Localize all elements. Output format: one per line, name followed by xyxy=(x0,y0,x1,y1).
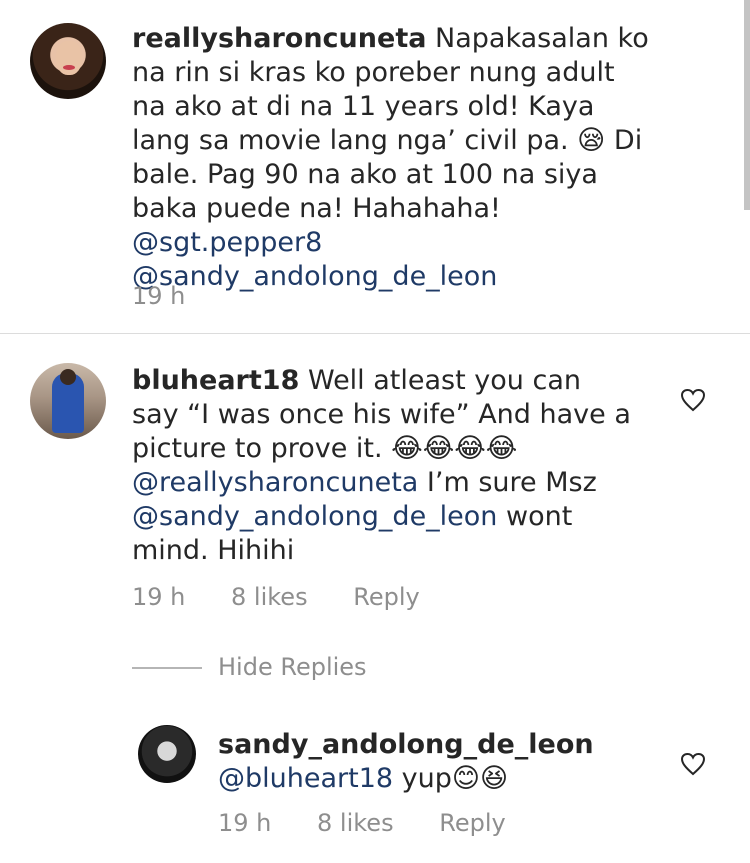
avatar-head xyxy=(60,369,76,385)
heart-outline-icon[interactable] xyxy=(680,388,706,412)
mention-link[interactable]: @sgt.pepper8 xyxy=(132,227,322,258)
likes-count[interactable]: 8 likes xyxy=(231,583,308,611)
reply-button[interactable]: Reply xyxy=(353,583,419,611)
mention-link[interactable]: @sandy_andolong_de_leon xyxy=(132,501,497,532)
comment-meta: 19 h 8 likes Reply xyxy=(218,809,544,837)
comment-text: reallysharoncuneta Napakasalan ko na rin… xyxy=(132,22,652,294)
scrollbar[interactable] xyxy=(744,0,750,210)
avatar[interactable] xyxy=(30,23,106,99)
comment-body: yup😊😆 xyxy=(393,763,509,794)
comment-text: sandy_andolong_de_leon @bluheart18 yup😊😆 xyxy=(218,728,618,796)
avatar[interactable] xyxy=(138,725,196,783)
avatar[interactable] xyxy=(30,363,106,439)
comment-body: I’m sure Msz xyxy=(418,467,597,498)
heart-outline-icon[interactable] xyxy=(680,752,706,776)
reply-button[interactable]: Reply xyxy=(439,809,505,837)
comment-username[interactable]: sandy_andolong_de_leon xyxy=(218,729,594,760)
comment-meta: 19 h xyxy=(132,282,223,310)
mention-link[interactable]: @bluheart18 xyxy=(218,763,393,794)
hide-replies-line xyxy=(132,667,202,669)
hide-replies-button[interactable]: Hide Replies xyxy=(218,653,367,681)
divider xyxy=(0,333,750,334)
likes-count[interactable]: 8 likes xyxy=(317,809,394,837)
comment-username[interactable]: bluheart18 xyxy=(132,365,299,396)
comment-time: 19 h xyxy=(218,809,272,837)
comment-username[interactable]: reallysharoncuneta xyxy=(132,23,426,54)
comment-text: bluheart18 Well atleast you can say “I w… xyxy=(132,364,632,568)
comment-meta: 19 h 8 likes Reply xyxy=(132,583,458,611)
comment-time: 19 h xyxy=(132,583,186,611)
comment-time: 19 h xyxy=(132,282,186,310)
avatar-lips xyxy=(63,65,75,70)
mention-link[interactable]: @reallysharoncuneta xyxy=(132,467,418,498)
